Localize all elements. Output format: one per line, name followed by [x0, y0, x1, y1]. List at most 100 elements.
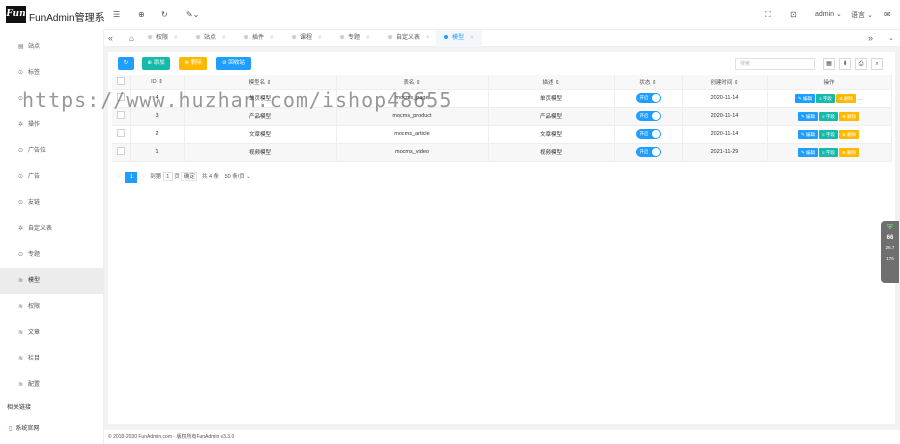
sidebar-item-topic[interactable]: ⊙ 专题	[0, 242, 104, 268]
fullscreen-icon[interactable]: ⛶	[765, 10, 771, 20]
sidebar-item-links[interactable]: ⊙ 友链	[0, 190, 104, 216]
col-table-name[interactable]: 表名 ⇕	[336, 75, 489, 90]
prev-page-icon[interactable]: ‹	[118, 174, 120, 180]
search-icon[interactable]: ⌕	[871, 58, 883, 70]
lock-icon[interactable]: ⊡	[790, 10, 797, 19]
select-all-checkbox[interactable]	[112, 75, 131, 90]
circle-icon: ⊙	[18, 252, 24, 258]
export-icon[interactable]: ⬇	[839, 58, 851, 70]
cell-id: 3	[130, 107, 185, 126]
row-delete-button[interactable]: ⊗ 删除	[838, 147, 859, 157]
tabs-scroll-right-icon[interactable]: »	[868, 30, 873, 47]
page-input[interactable]: 1	[162, 172, 173, 181]
field-button[interactable]: ≡ 字段	[819, 147, 838, 157]
tab-site[interactable]: 站点 ×	[196, 30, 226, 47]
user-menu[interactable]: admin ⌄	[815, 10, 842, 18]
field-button[interactable]: ≡ 字段	[819, 111, 838, 121]
row-delete-button[interactable]: ⊗ 删除	[835, 93, 856, 103]
delete-button[interactable]: ⊗ 删除	[179, 57, 207, 70]
logo[interactable]: Fun FunAdmin管理系	[0, 0, 105, 30]
print-icon[interactable]: ⎙	[855, 58, 867, 70]
top-bar: Fun FunAdmin管理系 ☰ ⊕ ↻ ✎⌄ ⛶ ⊡ admin ⌄ 语言 …	[0, 0, 900, 30]
tabs-menu-icon[interactable]: ⌄	[888, 30, 894, 47]
tab-permission[interactable]: 权限 ×	[148, 30, 178, 47]
row-checkbox[interactable]	[112, 89, 131, 108]
tab-model[interactable]: 模型 ×	[436, 30, 482, 47]
main-panel: ↻ ⊕ 添加 ⊗ 删除 ⊘ 回收站 搜索 ▦ ⬇ ⎙ ⌕ ID ⇕ 模型名 ⇕ …	[108, 52, 895, 424]
next-page-icon[interactable]: ›	[143, 174, 145, 180]
row-checkbox[interactable]	[112, 125, 131, 144]
sidebar-item-hidden[interactable]: ⊙	[0, 86, 104, 112]
tab-plugin[interactable]: 插件 ×	[244, 30, 274, 47]
cell-actions: ✎ 编辑 ≡ 字段 ⊗ 删除	[767, 125, 892, 144]
sidebar-link-official-site[interactable]: ▯ 系统官网	[9, 423, 39, 432]
col-id[interactable]: ID ⇕	[130, 75, 185, 90]
tab-topic[interactable]: 专题 ×	[340, 30, 370, 47]
edit-button[interactable]: ✎ 编辑	[795, 93, 816, 103]
col-status[interactable]: 状态 ⇕	[614, 75, 683, 90]
globe-icon[interactable]: ⊕	[138, 10, 145, 19]
sidebar-item-category[interactable]: ≋ 栏目	[0, 346, 104, 372]
close-icon[interactable]: ×	[426, 35, 430, 41]
close-icon[interactable]: ×	[366, 35, 370, 41]
columns-icon[interactable]: ▦	[823, 58, 835, 70]
gear-icon: ✲	[18, 122, 24, 128]
row-delete-button[interactable]: ⊗ 删除	[838, 111, 859, 121]
network-monitor-widget[interactable]: ⛨ 66 26.7 176	[881, 221, 899, 283]
close-icon[interactable]: ×	[222, 35, 226, 41]
sidebar-item-model[interactable]: ≋ 模型	[0, 268, 104, 294]
tab-course[interactable]: 课程 ×	[292, 30, 322, 47]
page-current[interactable]: 1	[125, 172, 138, 183]
cell-actions: ✎ 编辑 ≡ 字段 ⊗ 删除…	[767, 89, 892, 108]
clear-cache-icon[interactable]: ✎⌄	[186, 10, 199, 19]
row-delete-button[interactable]: ⊗ 删除	[838, 129, 859, 139]
sidebar-item-custom-table[interactable]: ✲ 自定义表	[0, 216, 104, 242]
col-description[interactable]: 描述 ⇕	[488, 75, 615, 90]
home-icon[interactable]: ⌂	[129, 30, 134, 47]
col-model-name[interactable]: 模型名 ⇕	[184, 75, 337, 90]
message-icon[interactable]: ✉	[884, 10, 891, 19]
sidebar-item-config[interactable]: ≋ 配置	[0, 372, 104, 398]
stack-icon: ≋	[18, 304, 24, 310]
per-page-select[interactable]: 50 条/页 ⌄	[225, 174, 251, 180]
close-icon[interactable]: ×	[470, 35, 474, 41]
close-icon[interactable]: ×	[318, 35, 322, 41]
close-icon[interactable]: ×	[270, 35, 274, 41]
tabs-scroll-left-icon[interactable]: «	[108, 30, 113, 47]
sidebar-item-site[interactable]: ▤ 站点	[0, 34, 104, 60]
sidebar-item-permission[interactable]: ≋ 权限	[0, 294, 104, 320]
refresh-icon[interactable]: ↻	[161, 10, 168, 19]
field-button[interactable]: ≡ 字段	[816, 93, 835, 103]
more-icon[interactable]: …	[857, 96, 863, 102]
status-switch[interactable]: 开启	[635, 129, 661, 139]
menu-toggle-icon[interactable]: ☰	[113, 10, 120, 19]
confirm-button[interactable]: 确定	[181, 172, 198, 181]
circle-icon: ⊙	[18, 70, 24, 76]
edit-button[interactable]: ✎ 编辑	[798, 147, 819, 157]
table-row: 1 视频模型 mocms_video 视频模型 开启 2021-11-29 ✎ …	[112, 143, 892, 162]
sidebar-item-ad-position[interactable]: ⊙ 广告位	[0, 138, 104, 164]
row-checkbox[interactable]	[112, 107, 131, 126]
recycle-button[interactable]: ⊘ 回收站	[216, 57, 251, 70]
close-icon[interactable]: ×	[174, 35, 178, 41]
shield-icon: ⛨	[887, 224, 893, 231]
cell-status: 开启	[614, 107, 683, 126]
search-input[interactable]: 搜索	[735, 58, 815, 70]
sidebar-item-article[interactable]: ≋ 文章	[0, 320, 104, 346]
refresh-button[interactable]: ↻	[118, 57, 134, 70]
edit-button[interactable]: ✎ 编辑	[798, 129, 819, 139]
row-checkbox[interactable]	[112, 143, 131, 162]
edit-button[interactable]: ✎ 编辑	[798, 111, 819, 121]
add-button[interactable]: ⊕ 添加	[142, 57, 170, 70]
sidebar-item-ads[interactable]: ⊙ 广告	[0, 164, 104, 190]
sidebar-item-operation[interactable]: ✲ 操作	[0, 112, 104, 138]
language-menu[interactable]: 语言 ⌄	[851, 10, 873, 20]
field-button[interactable]: ≡ 字段	[819, 129, 838, 139]
sidebar-item-tags[interactable]: ⊙ 标签	[0, 60, 104, 86]
col-created[interactable]: 创建时间 ⇕	[682, 75, 768, 90]
status-switch[interactable]: 开启	[635, 93, 661, 103]
status-switch[interactable]: 开启	[635, 147, 661, 157]
tab-custom-table[interactable]: 自定义表 ×	[388, 30, 430, 47]
cell-created: 2020-11-14	[682, 125, 768, 144]
status-switch[interactable]: 开启	[635, 111, 661, 121]
